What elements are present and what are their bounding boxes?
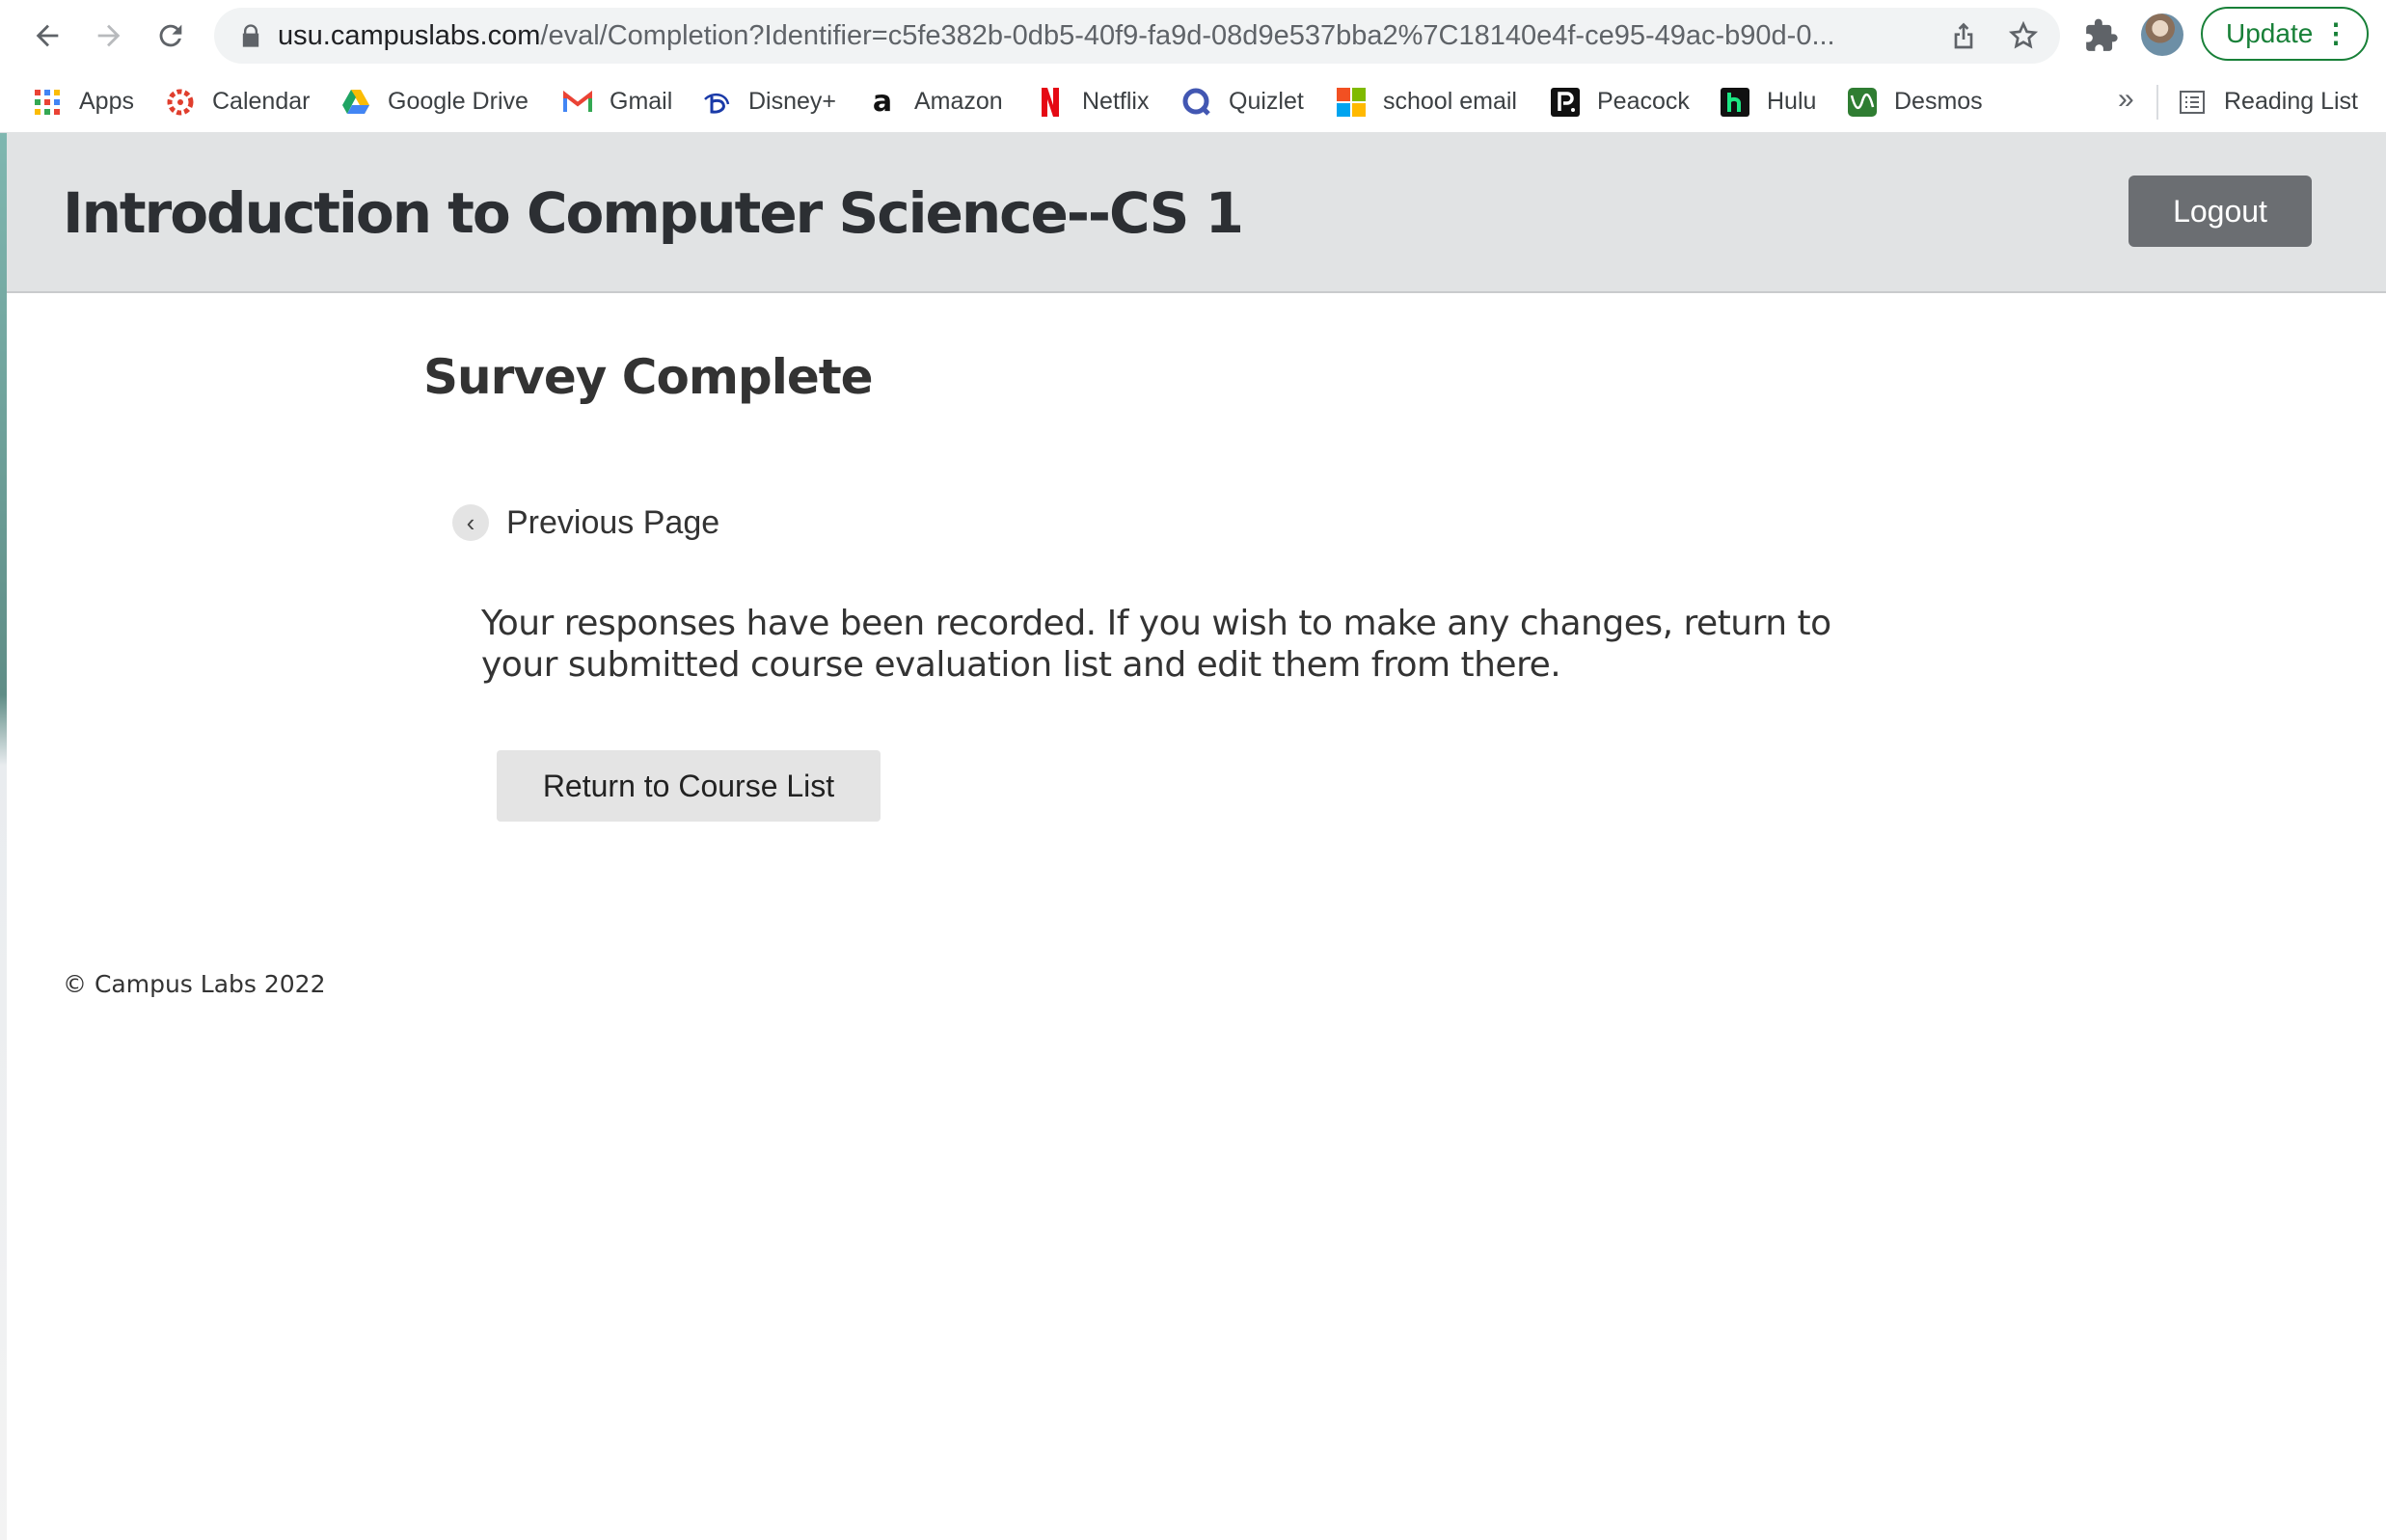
- bookmark-label: Netflix: [1082, 88, 1150, 115]
- bookmark-peacock[interactable]: Peacock: [1551, 71, 1690, 132]
- lock-icon: [242, 24, 259, 47]
- bookmark-label: Calendar: [212, 88, 311, 115]
- address-bar[interactable]: usu.campuslabs.com/eval/Completion?Ident…: [214, 8, 2060, 64]
- google-drive-icon: [341, 88, 370, 117]
- forward-arrow-icon: [97, 24, 121, 47]
- bookmark-label: Amazon: [914, 88, 1003, 115]
- amazon-icon: a: [872, 85, 893, 119]
- bookmark-disney-plus[interactable]: Disney+: [702, 71, 836, 132]
- bookmark-label: Desmos: [1894, 88, 1983, 115]
- desktop-edge: [0, 132, 7, 1540]
- hulu-icon: [1721, 87, 1749, 117]
- logout-button[interactable]: Logout: [2128, 176, 2312, 247]
- update-label: Update: [2226, 18, 2314, 48]
- bookmark-gmail[interactable]: Gmail: [563, 71, 672, 132]
- reload-icon: [159, 24, 182, 47]
- url-path: /eval/Completion?Identifier=c5fe382b-0db…: [540, 20, 1835, 51]
- update-button[interactable]: Update ⋮: [2201, 7, 2369, 61]
- bookmark-school-email[interactable]: school email: [1337, 71, 1517, 132]
- bookmark-amazon[interactable]: a Amazon: [868, 71, 1003, 132]
- bookmark-label: school email: [1383, 88, 1517, 115]
- page-title: Survey Complete: [423, 349, 874, 405]
- completion-message: Your responses have been recorded. If yo…: [481, 604, 1831, 685]
- bookmark-netflix[interactable]: Netflix: [1036, 71, 1149, 132]
- bookmark-star-icon[interactable]: [2008, 20, 2039, 51]
- bookmark-label: Apps: [79, 88, 134, 115]
- canvas-calendar-icon: [166, 88, 195, 117]
- desmos-icon: [1848, 87, 1877, 117]
- bookmark-label: Disney+: [748, 88, 837, 115]
- previous-page-label: Previous Page: [506, 503, 720, 541]
- share-icon[interactable]: [1948, 20, 1979, 51]
- netflix-icon: [1036, 87, 1065, 117]
- back-arrow-icon: [36, 24, 59, 47]
- bookmarks-overflow-button[interactable]: »: [2118, 83, 2134, 116]
- bookmark-hulu[interactable]: Hulu: [1721, 71, 1816, 132]
- bookmarks-divider: [2156, 85, 2158, 120]
- bookmark-calendar[interactable]: Calendar: [166, 71, 310, 132]
- browser-toolbar: usu.campuslabs.com/eval/Completion?Ident…: [0, 0, 2386, 71]
- reload-button[interactable]: [149, 14, 193, 58]
- previous-page-link[interactable]: ‹ Previous Page: [452, 503, 719, 542]
- bookmark-google-drive[interactable]: Google Drive: [341, 71, 529, 132]
- copyright-footer: © Campus Labs 2022: [63, 970, 326, 998]
- bookmark-label: Gmail: [610, 88, 673, 115]
- return-to-course-list-button[interactable]: Return to Course List: [497, 750, 881, 822]
- peacock-icon: [1551, 87, 1580, 117]
- bookmark-desmos[interactable]: Desmos: [1848, 71, 1983, 132]
- url-text: usu.campuslabs.com/eval/Completion?Ident…: [278, 8, 1917, 64]
- bookmark-label: Quizlet: [1229, 88, 1304, 115]
- kebab-menu-icon: ⋮: [2322, 18, 2349, 48]
- apps-grid-icon: [33, 88, 62, 117]
- bookmark-label: Hulu: [1767, 88, 1817, 115]
- gmail-icon: [563, 88, 592, 117]
- profile-avatar[interactable]: [2141, 14, 2183, 56]
- reading-list-button[interactable]: Reading List: [2178, 71, 2358, 132]
- bookmark-label: Google Drive: [388, 88, 529, 115]
- bookmark-quizlet[interactable]: Quizlet: [1182, 71, 1304, 132]
- course-title: Introduction to Computer Science--CS 1: [63, 180, 1244, 246]
- bookmark-apps[interactable]: Apps: [33, 71, 134, 132]
- url-host: usu.campuslabs.com: [278, 20, 541, 51]
- disney-plus-icon: [702, 88, 731, 117]
- bookmarks-bar: Apps Calendar Google Drive Gmail Disney+…: [0, 71, 2386, 133]
- back-button[interactable]: [25, 14, 69, 58]
- reading-list-icon: [2178, 88, 2207, 117]
- chevron-left-icon: ‹: [452, 504, 489, 541]
- extensions-puzzle-icon[interactable]: [2083, 17, 2120, 54]
- quizlet-icon: [1182, 88, 1211, 117]
- microsoft-icon: [1337, 87, 1366, 117]
- reading-list-label: Reading List: [2224, 88, 2358, 115]
- forward-button[interactable]: [87, 14, 131, 58]
- bookmark-label: Peacock: [1597, 88, 1690, 115]
- page-header: Introduction to Computer Science--CS 1 L…: [7, 132, 2386, 293]
